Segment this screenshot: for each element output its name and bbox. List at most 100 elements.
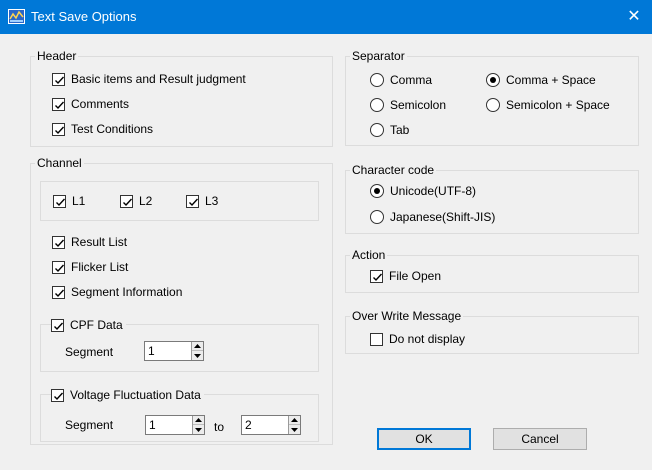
checkmark-icon xyxy=(55,101,65,109)
checkmark-icon xyxy=(54,322,64,330)
unicode-label: Unicode(UTF-8) xyxy=(390,184,477,198)
charcode-unicode-radio[interactable]: Unicode(UTF-8) xyxy=(370,184,476,198)
voltage-segment-to-spinner[interactable]: 2 xyxy=(241,415,301,435)
separator-group-title: Separator xyxy=(350,49,407,63)
overwrite-message-group-title: Over Write Message xyxy=(350,309,464,323)
radio-circle xyxy=(370,123,384,137)
voltage-from-value: 1 xyxy=(149,418,156,432)
spin-down-button[interactable] xyxy=(193,425,204,434)
voltage-segment-from-spinner[interactable]: 1 xyxy=(145,415,205,435)
comments-label: Comments xyxy=(71,97,130,111)
title-bar: Text Save Options ✕ xyxy=(0,0,652,34)
radio-circle xyxy=(370,98,384,112)
basic-items-checkbox[interactable]: Basic items and Result judgment xyxy=(52,72,246,86)
checkmark-icon xyxy=(55,289,65,297)
spin-up-button[interactable] xyxy=(192,342,203,351)
checkmark-icon xyxy=(373,273,383,281)
cpf-segment-value: 1 xyxy=(148,344,155,358)
voltage-fluctuation-checkbox[interactable]: Voltage Fluctuation Data xyxy=(51,388,204,402)
arrow-down-icon xyxy=(194,353,201,358)
tab-label: Tab xyxy=(390,123,410,137)
radio-circle xyxy=(486,73,500,87)
channel-l3-checkbox[interactable]: L3 xyxy=(186,194,218,208)
spin-up-button[interactable] xyxy=(289,416,300,425)
segment-information-label: Segment Information xyxy=(71,285,183,299)
checkbox-box xyxy=(53,194,66,208)
cpf-data-label: CPF Data xyxy=(70,318,123,332)
cpf-segment-spinner[interactable]: 1 xyxy=(144,341,204,361)
channel-l2-label: L2 xyxy=(139,194,153,208)
checkbox-box xyxy=(370,269,383,283)
arrow-up-icon xyxy=(194,344,201,348)
channel-l2-checkbox[interactable]: L2 xyxy=(120,194,152,208)
spin-up-button[interactable] xyxy=(193,416,204,425)
flicker-list-checkbox[interactable]: Flicker List xyxy=(52,260,128,274)
segment-information-checkbox[interactable]: Segment Information xyxy=(52,285,182,299)
checkbox-box xyxy=(52,260,65,274)
checkmark-icon xyxy=(54,392,64,400)
checkbox-box xyxy=(370,332,383,346)
spin-down-button[interactable] xyxy=(192,351,203,360)
checkbox-box xyxy=(52,235,65,249)
channel-group: Channel L1 L2 L3 Result List Flicker Lis… xyxy=(30,156,333,445)
voltage-segment-label: Segment xyxy=(65,418,114,432)
voltage-fluctuation-group: Voltage Fluctuation Data Segment 1 to 2 xyxy=(40,388,319,442)
overwrite-message-group: Over Write Message Do not display xyxy=(345,309,639,354)
action-group-title: Action xyxy=(350,248,388,262)
comments-checkbox[interactable]: Comments xyxy=(52,97,129,111)
separator-group: Separator Comma Comma + Space Semicolon … xyxy=(345,49,639,146)
basic-items-label: Basic items and Result judgment xyxy=(71,72,246,86)
checkbox-box xyxy=(51,388,64,402)
charcode-shift-jis-radio[interactable]: Japanese(Shift-JIS) xyxy=(370,210,495,224)
separator-semicolon-radio[interactable]: Semicolon xyxy=(370,98,446,112)
file-open-checkbox[interactable]: File Open xyxy=(370,269,441,283)
radio-circle xyxy=(370,73,384,87)
checkbox-box xyxy=(52,122,65,136)
channel-l1-checkbox[interactable]: L1 xyxy=(53,194,85,208)
voltage-fluctuation-label: Voltage Fluctuation Data xyxy=(70,388,201,402)
checkbox-box xyxy=(52,97,65,111)
close-icon: ✕ xyxy=(627,8,641,25)
comma-label: Comma xyxy=(390,73,433,87)
separator-semicolon-space-radio[interactable]: Semicolon + Space xyxy=(486,98,610,112)
radio-circle xyxy=(370,210,384,224)
cpf-data-checkbox[interactable]: CPF Data xyxy=(51,318,126,332)
do-not-display-label: Do not display xyxy=(389,332,466,346)
spin-down-button[interactable] xyxy=(289,425,300,434)
spinner-buttons xyxy=(288,416,300,434)
header-group: Header Basic items and Result judgment C… xyxy=(30,49,333,147)
checkbox-box xyxy=(52,285,65,299)
test-conditions-label: Test Conditions xyxy=(71,122,154,136)
separator-comma-space-radio[interactable]: Comma + Space xyxy=(486,73,596,87)
channel-l3-label: L3 xyxy=(205,194,219,208)
channel-l1-label: L1 xyxy=(72,194,86,208)
separator-comma-radio[interactable]: Comma xyxy=(370,73,432,87)
result-list-checkbox[interactable]: Result List xyxy=(52,235,127,249)
header-group-title: Header xyxy=(35,49,79,63)
to-label: to xyxy=(214,420,225,434)
arrow-down-icon xyxy=(195,427,202,432)
checkmark-icon xyxy=(56,198,66,206)
radio-circle xyxy=(370,184,384,198)
checkmark-icon xyxy=(55,264,65,272)
action-group: Action File Open xyxy=(345,248,639,293)
separator-tab-radio[interactable]: Tab xyxy=(370,123,409,137)
arrow-down-icon xyxy=(291,427,298,432)
file-open-label: File Open xyxy=(389,269,442,283)
close-button[interactable]: ✕ xyxy=(616,0,652,34)
checkmark-icon xyxy=(123,198,133,206)
ok-button[interactable]: OK xyxy=(377,428,471,450)
character-code-group: Character code Unicode(UTF-8) Japanese(S… xyxy=(345,163,639,234)
do-not-display-checkbox[interactable]: Do not display xyxy=(370,332,465,346)
radio-selected-dot xyxy=(374,188,380,194)
cancel-button[interactable]: Cancel xyxy=(493,428,587,450)
result-list-label: Result List xyxy=(71,235,128,249)
comma-space-label: Comma + Space xyxy=(506,73,596,87)
flicker-list-label: Flicker List xyxy=(71,260,129,274)
checkbox-box xyxy=(186,194,199,208)
checkmark-icon xyxy=(189,198,199,206)
checkbox-box xyxy=(120,194,133,208)
window-title: Text Save Options xyxy=(31,9,137,24)
radio-selected-dot xyxy=(490,77,496,83)
test-conditions-checkbox[interactable]: Test Conditions xyxy=(52,122,153,136)
